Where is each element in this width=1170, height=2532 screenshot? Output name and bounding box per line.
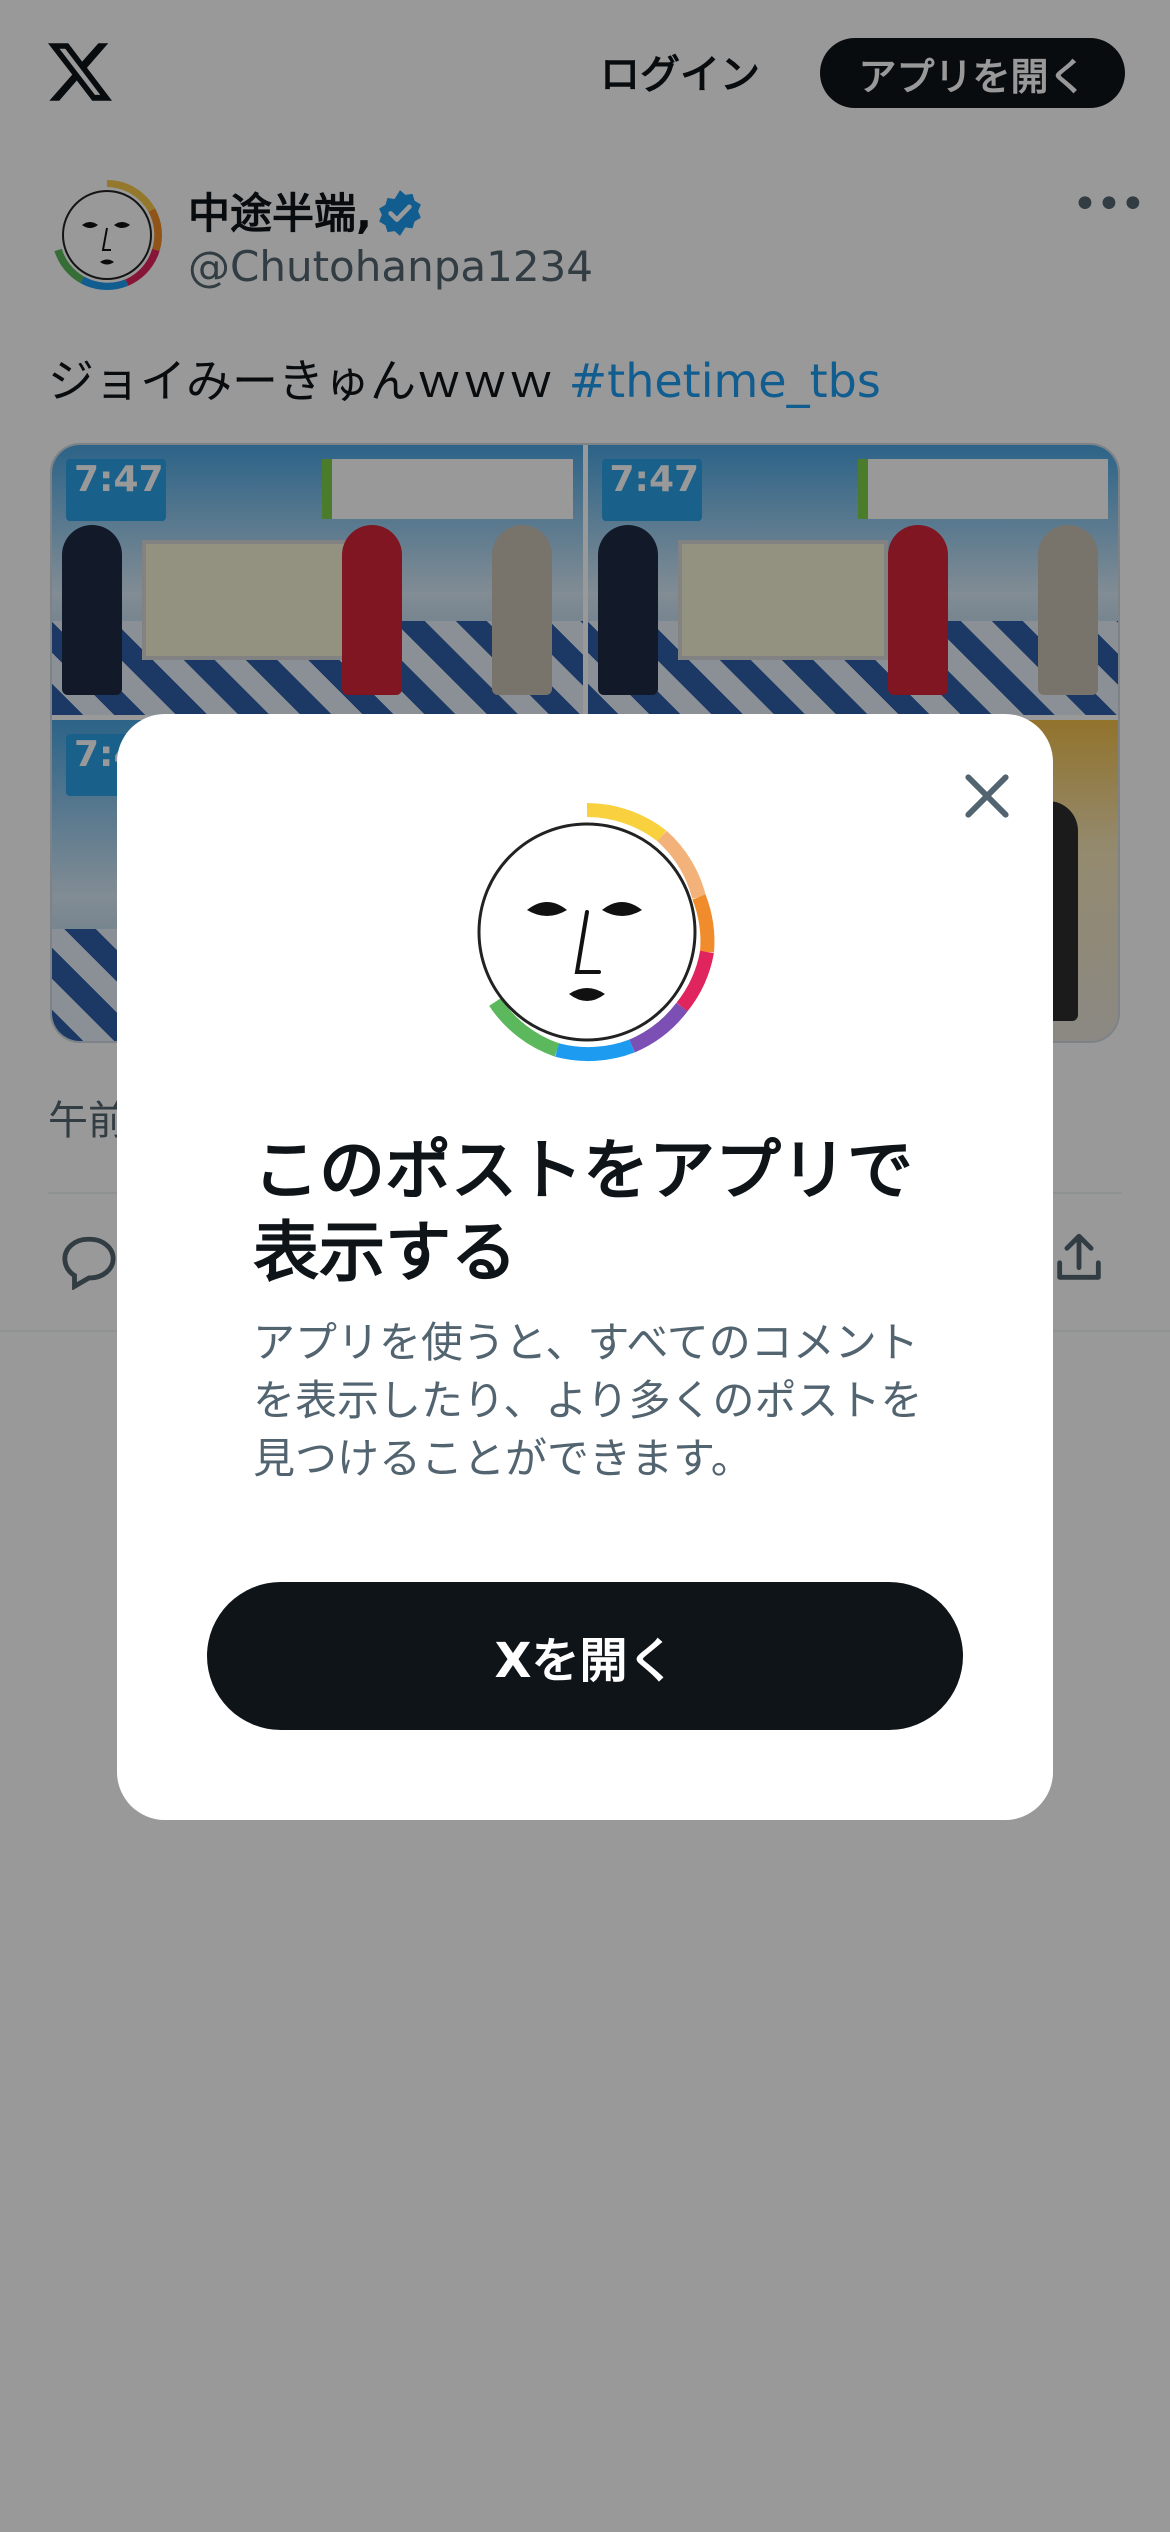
open-x-button[interactable]: Xを開く	[207, 1582, 963, 1730]
app-face-logo-icon	[465, 803, 715, 1062]
close-icon[interactable]	[955, 764, 1019, 828]
page: ログイン アプリを開く 中途半端, @Chutohanpa1234 ••• ジョ…	[0, 0, 1170, 2532]
open-in-app-modal: このポストをアプリで表示する アプリを使うと、すべてのコメントを表示したり、より…	[117, 714, 1053, 1820]
modal-title: このポストをアプリで表示する	[253, 1132, 913, 1291]
modal-description: アプリを使うと、すべてのコメントを表示したり、より多くのポストを見つけることがで…	[253, 1318, 923, 1483]
